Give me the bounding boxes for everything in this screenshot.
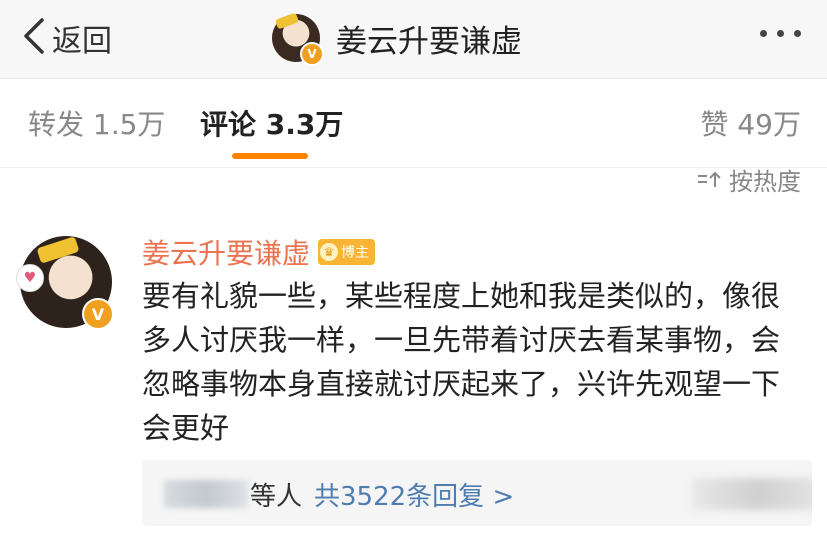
- heart-icon: ♥: [16, 264, 44, 292]
- back-button[interactable]: 返回: [22, 16, 112, 60]
- tab-likes[interactable]: 赞 49万: [700, 103, 801, 143]
- chevron-left-icon: [22, 16, 46, 60]
- back-label: 返回: [52, 24, 112, 59]
- reply-users-label: 等人: [250, 482, 303, 512]
- active-tab-indicator: [232, 153, 308, 159]
- blurred-watermark: [692, 478, 812, 510]
- avatar[interactable]: V: [272, 14, 324, 66]
- sort-label: 按热度: [729, 168, 801, 196]
- tab-comments[interactable]: 评论 3.3万: [200, 103, 343, 143]
- crown-icon: ♛: [320, 243, 339, 261]
- commenter-avatar[interactable]: ♥ V: [16, 236, 114, 330]
- replies-preview[interactable]: 等人 共3522条回复 >: [142, 460, 812, 526]
- page-header: V 姜云升要谦虚: [272, 14, 522, 66]
- sort-button[interactable]: 按热度: [697, 162, 801, 197]
- comment-header: 姜云升要谦虚 ♛ 博主: [142, 232, 376, 272]
- author-badge: ♛ 博主: [318, 239, 376, 265]
- tab-reposts[interactable]: 转发 1.5万: [28, 103, 165, 143]
- view-replies-link[interactable]: 共3522条回复 >: [314, 476, 514, 513]
- blurred-username: [164, 480, 248, 508]
- verified-icon: V: [82, 298, 114, 330]
- more-options-icon[interactable]: [760, 30, 801, 37]
- comment-author[interactable]: 姜云升要谦虚: [142, 232, 310, 272]
- tab-bar: 转发 1.5万 评论 3.3万 赞 49万: [0, 79, 827, 168]
- verified-icon: V: [300, 42, 324, 66]
- page-title: 姜云升要谦虚: [336, 23, 522, 60]
- comment-text: 要有礼貌一些，某些程度上她和我是类似的，像很多人讨厌我一样，一旦先带着讨厌去看某…: [142, 279, 781, 445]
- top-nav-bar: 返回 V 姜云升要谦虚: [0, 0, 827, 79]
- sort-icon: [697, 166, 723, 194]
- author-badge-label: 博主: [341, 245, 370, 261]
